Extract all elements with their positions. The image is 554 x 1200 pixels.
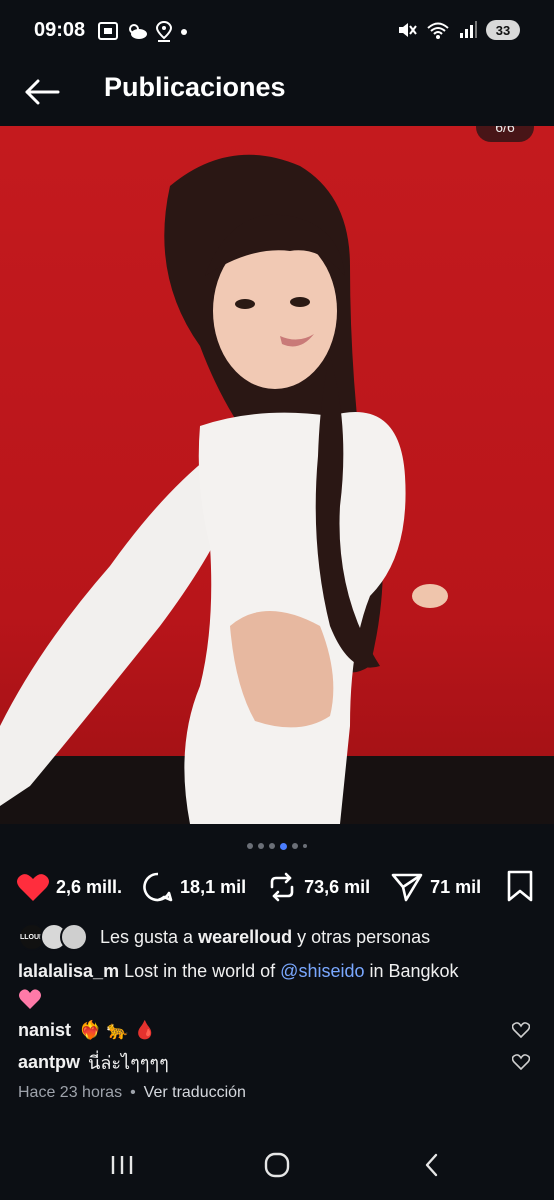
comment-item: aantpw นี่ล่ะไๆๆๆๆ xyxy=(18,1048,538,1076)
avatar xyxy=(60,923,88,951)
recent-apps-icon xyxy=(111,1156,133,1174)
carousel-dot xyxy=(303,844,307,848)
heart-outline-icon[interactable] xyxy=(512,1022,530,1038)
recent-apps-button[interactable] xyxy=(102,1148,142,1182)
back-button[interactable] xyxy=(20,72,64,112)
system-nav-bar xyxy=(0,1130,554,1200)
arrow-left-icon xyxy=(25,79,60,105)
reposts-count: 73,6 mil xyxy=(304,876,371,897)
battery-icon: 33 xyxy=(486,20,520,40)
carousel-dot xyxy=(258,843,264,849)
post-caption: lalalalisa_m Lost in the world of @shise… xyxy=(18,958,538,1017)
carousel-dot-active xyxy=(280,842,287,850)
like-button[interactable]: 2,6 mill. xyxy=(16,872,122,902)
save-button[interactable] xyxy=(506,870,534,907)
status-time: 09:08 xyxy=(34,19,86,41)
mute-icon xyxy=(399,23,417,37)
liked-by-row[interactable]: LLOUD Les gusta a wearelloud y otras per… xyxy=(18,922,430,952)
home-icon xyxy=(264,1152,290,1178)
post-meta: Hace 23 horas • Ver traducción xyxy=(18,1084,246,1102)
carousel-dot xyxy=(292,843,298,849)
page-title: Publicaciones xyxy=(104,72,286,102)
post-timestamp: Hace 23 horas xyxy=(18,1084,123,1101)
caption-username[interactable]: lalalalisa_m xyxy=(18,961,119,981)
liked-by-user[interactable]: wearelloud xyxy=(198,927,292,947)
pink-heart-emoji xyxy=(19,989,41,1009)
chevron-left-icon xyxy=(425,1153,438,1177)
wifi-icon xyxy=(427,22,449,39)
comment-username[interactable]: nanist xyxy=(18,1020,71,1041)
comment-text: ❤️‍🔥 🐆 🩸 xyxy=(79,1019,157,1040)
liked-by-avatars: LLOUD xyxy=(18,923,90,951)
signal-icon xyxy=(460,21,477,38)
shares-count: 71 mil xyxy=(430,876,482,897)
screenshot-icon xyxy=(98,22,118,40)
status-bar: 09:08 33 xyxy=(0,0,554,60)
bookmark-icon xyxy=(507,870,533,902)
share-button[interactable]: 71 mil xyxy=(390,871,481,903)
liked-by-text: Les gusta a wearelloud y otras personas xyxy=(100,926,431,947)
comment-text: นี่ล่ะไๆๆๆๆ xyxy=(88,1052,169,1073)
comment-icon xyxy=(143,872,173,902)
post-actions: 2,6 mill. 18,1 mil 73,6 mil 71 mil xyxy=(16,868,538,906)
comments-count: 18,1 mil xyxy=(180,876,247,897)
likes-count: 2,6 mill. xyxy=(56,876,123,897)
post-image-illustration xyxy=(0,154,554,824)
comment-button[interactable]: 18,1 mil xyxy=(142,871,246,903)
repost-icon xyxy=(270,872,294,902)
caption-mention[interactable]: @shiseido xyxy=(280,961,364,981)
carousel-dot xyxy=(247,843,253,849)
translate-link[interactable]: Ver traducción xyxy=(144,1084,246,1102)
carousel-dot xyxy=(269,843,275,849)
meta-separator: • xyxy=(130,1084,136,1101)
page-counter: 6/6 xyxy=(476,126,534,142)
heart-filled-icon xyxy=(17,874,49,901)
send-icon xyxy=(391,873,423,902)
dot-icon xyxy=(181,29,187,35)
heart-outline-icon[interactable] xyxy=(512,1054,530,1070)
home-button[interactable] xyxy=(257,1148,297,1182)
weather-icon xyxy=(129,24,147,39)
nav-back-button[interactable] xyxy=(412,1148,452,1182)
comment-item: nanist ❤️‍🔥 🐆 🩸 xyxy=(18,1016,538,1044)
post-photo[interactable]: 6/6 xyxy=(0,126,554,824)
header: Publicaciones xyxy=(0,60,554,126)
carousel-indicator xyxy=(0,840,554,852)
comment-username[interactable]: aantpw xyxy=(18,1052,80,1073)
repost-button[interactable]: 73,6 mil xyxy=(266,871,370,903)
location-icon xyxy=(155,20,173,42)
